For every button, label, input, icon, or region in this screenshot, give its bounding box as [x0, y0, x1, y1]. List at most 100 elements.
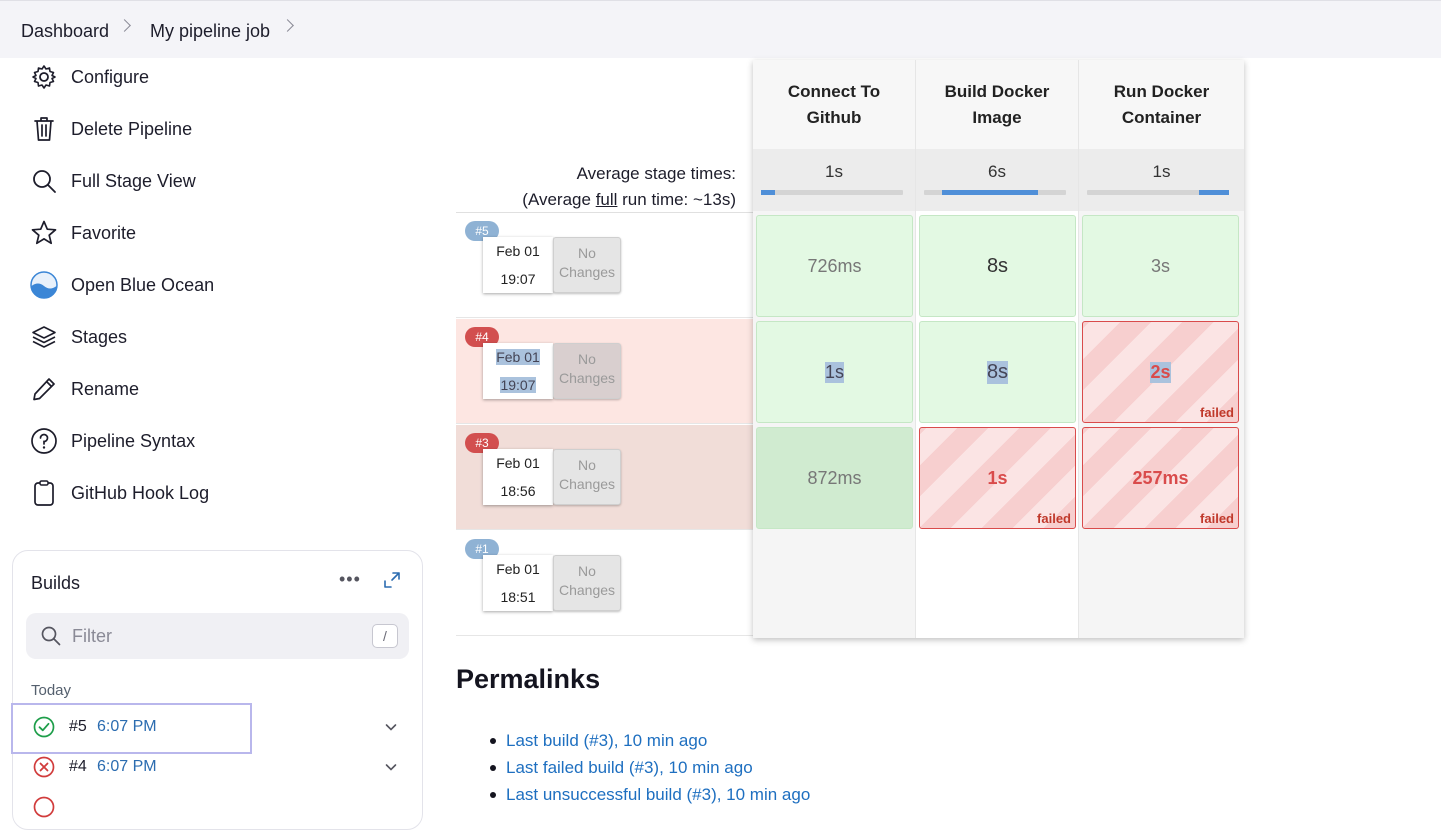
sidebar-item-favorite[interactable]: Favorite: [30, 213, 136, 253]
help-circle-icon: [30, 427, 58, 455]
run-row-1[interactable]: #1 Feb 01 18:51 No Changes: [456, 531, 753, 636]
build-number[interactable]: #4: [69, 758, 87, 776]
breadcrumb-dashboard[interactable]: Dashboard: [21, 21, 109, 42]
permalink-last-unsuccessful-build[interactable]: Last unsuccessful build (#3), 10 min ago: [506, 785, 810, 805]
sidebar-item-configure[interactable]: Configure: [30, 57, 149, 97]
sidebar-item-stages[interactable]: Stages: [30, 317, 127, 357]
sidebar-item-full-stage-view[interactable]: Full Stage View: [30, 161, 196, 201]
avg-full: full: [595, 190, 618, 209]
stage-cell-failed[interactable]: 1s failed: [919, 427, 1076, 529]
stage-cell-time: 872ms: [807, 467, 862, 488]
builds-title: Builds: [31, 573, 81, 593]
filter-input[interactable]: [72, 623, 352, 649]
stage-header: Build Docker Image: [916, 60, 1078, 149]
failed-x-icon: [33, 796, 55, 818]
stage-cell-time: 2s: [1150, 361, 1171, 383]
stage-cell[interactable]: 872ms: [756, 427, 913, 529]
builds-panel: Builds ••• / Today #5 6:07 PM #4 6:07 PM: [12, 550, 423, 830]
run-date: Feb 01 18:51: [483, 555, 553, 611]
stage-cell-time: 1s: [824, 361, 844, 383]
run-date-time: 19:07: [500, 377, 536, 393]
stage-average-bar-fill: [1199, 190, 1229, 195]
stage-cell-time: 1s: [987, 467, 1008, 488]
stage-cell[interactable]: 3s: [1082, 215, 1239, 317]
stage-average-time: 6s: [988, 162, 1006, 181]
sidebar-item-label: Rename: [71, 378, 140, 399]
run-changes[interactable]: No Changes: [553, 343, 621, 399]
stage-cell[interactable]: 8s: [919, 321, 1076, 423]
stage-cell-failed[interactable]: 257ms failed: [1082, 427, 1239, 529]
sidebar-item-label: Favorite: [71, 222, 137, 243]
stage-average-bar: [761, 190, 903, 195]
build-row-partial[interactable]: [13, 788, 424, 828]
sidebar-item-label: Stages: [71, 326, 128, 347]
builds-filter[interactable]: /: [26, 613, 409, 659]
run-date: Feb 01 18:56: [483, 449, 553, 505]
stage-cell-time: 8s: [986, 360, 1009, 384]
star-icon: [30, 219, 58, 247]
stage-header: Connect To Github: [753, 60, 915, 149]
more-options-icon[interactable]: •••: [339, 569, 361, 590]
stage-average-bar: [924, 190, 1066, 195]
run-row-5[interactable]: #5 Feb 01 19:07 No Changes: [456, 213, 753, 318]
avg-label-line1: Average stage times:: [576, 164, 736, 183]
search-icon: [30, 167, 58, 195]
build-time[interactable]: 6:07 PM: [97, 758, 157, 776]
permalink-last-failed-build[interactable]: Last failed build (#3), 10 min ago: [506, 758, 753, 778]
run-date-time: 19:07: [500, 271, 536, 287]
run-changes[interactable]: No Changes: [553, 237, 621, 293]
run-changes[interactable]: No Changes: [553, 449, 621, 505]
layers-icon: [30, 323, 58, 351]
expand-icon[interactable]: [383, 571, 401, 589]
stage-average-time: 1s: [1152, 162, 1171, 181]
sidebar-item-rename[interactable]: Rename: [30, 369, 139, 409]
search-icon: [40, 625, 62, 652]
stage-view: Average stage times: (Average full run t…: [456, 60, 1244, 638]
stage-average-bar-fill: [942, 190, 1038, 195]
stage-cell[interactable]: 726ms: [756, 215, 913, 317]
stage-cell-time: 257ms: [1132, 467, 1189, 488]
run-date-day: Feb 01: [496, 561, 540, 577]
chevron-down-icon[interactable]: [385, 720, 397, 732]
sidebar-item-label: Configure: [71, 66, 150, 87]
avg-suffix: run time: ~13s): [617, 190, 736, 209]
stage-cell-failed[interactable]: 2s failed: [1082, 321, 1239, 423]
sidebar-item-label: Pipeline Syntax: [71, 430, 196, 451]
chevron-down-icon[interactable]: [385, 760, 397, 772]
stage-column-run-docker-container: Run Docker Container 1s 3s 2s failed 257m…: [1079, 60, 1244, 638]
stage-average: 1s: [753, 149, 915, 211]
sidebar-item-delete-pipeline[interactable]: Delete Pipeline: [30, 109, 192, 149]
run-date: Feb 01 19:07: [483, 343, 553, 399]
sidebar-item-label: GitHub Hook Log: [71, 482, 210, 503]
run-changes[interactable]: No Changes: [553, 555, 621, 611]
permalink-last-build[interactable]: Last build (#3), 10 min ago: [506, 731, 707, 751]
chevron-right-icon[interactable]: [281, 19, 294, 32]
sidebar-item-github-hook-log[interactable]: GitHub Hook Log: [30, 473, 209, 513]
build-group-label: Today: [31, 682, 72, 699]
stage-cell[interactable]: 1s: [756, 321, 913, 423]
build-row-4[interactable]: #4 6:07 PM: [13, 748, 424, 788]
sidebar-item-open-blue-ocean[interactable]: Open Blue Ocean: [30, 265, 214, 305]
sidebar-item-label: Full Stage View: [71, 170, 196, 191]
trash-icon: [30, 115, 58, 143]
blue-ocean-icon: [30, 271, 58, 299]
run-row-3[interactable]: #3 Feb 01 18:56 No Changes: [456, 425, 753, 530]
run-date: Feb 01 19:07: [483, 237, 553, 293]
stage-table: Connect To Github 1s 726ms 1s 872ms Buil…: [753, 60, 1244, 638]
stage-average-time: 1s: [825, 162, 843, 181]
stage-cell[interactable]: 8s: [919, 215, 1076, 317]
run-date-day: Feb 01: [496, 243, 540, 259]
run-row-4[interactable]: #4 Feb 01 19:07 No Changes: [456, 319, 753, 424]
stage-average: 1s: [1079, 149, 1244, 211]
stage-cell-time: 726ms: [807, 255, 862, 276]
gear-icon: [30, 63, 58, 91]
sidebar-item-pipeline-syntax[interactable]: Pipeline Syntax: [30, 421, 195, 461]
breadcrumb-job[interactable]: My pipeline job: [150, 21, 270, 42]
divider: [456, 212, 753, 213]
stage-header: Run Docker Container: [1079, 60, 1244, 149]
failed-label: failed: [1200, 405, 1234, 420]
stage-average-bar-fill: [761, 190, 775, 195]
chevron-right-icon: [118, 19, 131, 32]
run-date-day: Feb 01: [496, 455, 540, 471]
run-date-day: Feb 01: [496, 349, 540, 365]
